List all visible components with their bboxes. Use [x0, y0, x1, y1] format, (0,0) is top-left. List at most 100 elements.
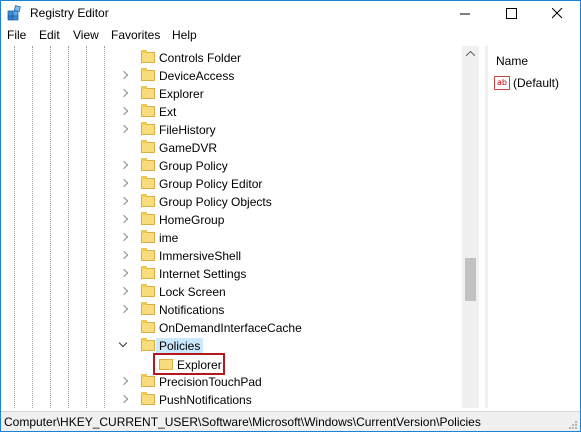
tree-item-label: GameDVR: [159, 141, 218, 155]
folder-icon: [141, 158, 155, 171]
tree-item-immersiveshell[interactable]: ImmersiveShell: [1, 247, 462, 265]
chevron-right-icon[interactable]: [119, 70, 129, 80]
tree-item-label: HomeGroup: [159, 213, 225, 227]
tree-item-label: Lock Screen: [159, 285, 226, 299]
chevron-right-icon[interactable]: [119, 214, 129, 224]
scroll-up-arrow-icon[interactable]: [466, 51, 475, 57]
folder-icon: [141, 230, 155, 243]
minimize-button[interactable]: [442, 1, 488, 25]
close-button[interactable]: [534, 1, 580, 25]
tree-item-label: FileHistory: [159, 123, 216, 137]
tree-item-ondemandinterfacecache[interactable]: OnDemandInterfaceCache: [1, 319, 462, 337]
folder-icon: [141, 266, 155, 279]
tree-item-group-policy-editor[interactable]: Group Policy Editor: [1, 175, 462, 193]
chevron-right-icon[interactable]: [119, 304, 129, 314]
menu-favorites[interactable]: Favorites: [111, 28, 160, 42]
tree-item-label: Controls Folder: [159, 51, 242, 65]
folder-icon: [159, 359, 173, 370]
tree-item-lock-screen[interactable]: Lock Screen: [1, 283, 462, 301]
maximize-button[interactable]: [488, 1, 534, 25]
name-column-header[interactable]: Name: [496, 54, 528, 68]
tree-item-label: ime: [159, 231, 179, 245]
folder-icon: [141, 176, 155, 189]
menu-file[interactable]: File: [7, 28, 26, 42]
tree-item-label: Group Policy Editor: [159, 177, 263, 191]
string-value-icon: ab: [494, 76, 510, 90]
tree-item-notifications[interactable]: Notifications: [1, 301, 462, 319]
tree-item-ime[interactable]: ime: [1, 229, 462, 247]
tree-item-label: Group Policy: [159, 159, 228, 173]
tree-item-label: PrecisionTouchPad: [159, 375, 262, 389]
folder-icon: [141, 248, 155, 261]
folder-icon: [141, 86, 155, 99]
tree-vertical-scrollbar[interactable]: [462, 46, 479, 408]
explorer-subkey-highlight[interactable]: Explorer: [153, 353, 225, 375]
registry-editor-window: Registry Editor File Edit View Favorites…: [0, 0, 581, 432]
folder-icon: [141, 140, 155, 153]
value-row[interactable]: ab (Default): [494, 74, 559, 92]
resize-grip-icon[interactable]: [568, 420, 578, 430]
menu-help[interactable]: Help: [172, 28, 197, 42]
folder-icon: [141, 392, 155, 405]
tree-item-explorer[interactable]: Explorer: [1, 85, 462, 103]
tree-item-label: Explorer: [159, 87, 204, 101]
tree-item-internet-settings[interactable]: Internet Settings: [1, 265, 462, 283]
tree-item-controls-folder[interactable]: Controls Folder: [1, 49, 462, 67]
chevron-right-icon[interactable]: [119, 268, 129, 278]
folder-icon: [141, 212, 155, 225]
tree-item-ext[interactable]: Ext: [1, 103, 462, 121]
folder-icon: [141, 374, 155, 387]
tree-item-label: DeviceAccess: [159, 69, 235, 83]
tree-item-label: Ext: [159, 105, 177, 119]
menu-bar: File Edit View Favorites Help: [1, 25, 580, 45]
tree-item-label: OnDemandInterfaceCache: [159, 321, 302, 335]
tree-item-policies[interactable]: Policies: [1, 337, 462, 355]
tree-item-label: Explorer: [177, 358, 222, 372]
folder-icon: [141, 194, 155, 207]
tree-item-label: Notifications: [159, 303, 225, 317]
close-icon: [551, 7, 562, 18]
status-bar: Computer\HKEY_CURRENT_USER\Software\Micr…: [1, 411, 580, 431]
tree-item-homegroup[interactable]: HomeGroup: [1, 211, 462, 229]
tree-item-group-policy[interactable]: Group Policy: [1, 157, 462, 175]
folder-icon: [141, 122, 155, 135]
tree-item-deviceaccess[interactable]: DeviceAccess: [1, 67, 462, 85]
tree-item-label: Internet Settings: [159, 267, 247, 281]
menu-view[interactable]: View: [73, 28, 99, 42]
chevron-down-icon[interactable]: [118, 338, 128, 348]
folder-icon: [141, 338, 155, 351]
chevron-right-icon[interactable]: [119, 232, 129, 242]
chevron-right-icon[interactable]: [119, 178, 129, 188]
minimize-icon: [459, 13, 470, 14]
chevron-right-icon[interactable]: [119, 106, 129, 116]
tree-item-label: ImmersiveShell: [159, 249, 242, 263]
folder-icon: [141, 50, 155, 63]
tree-item-label: PushNotifications: [159, 393, 252, 407]
folder-icon: [141, 302, 155, 315]
tree-item-filehistory[interactable]: FileHistory: [1, 121, 462, 139]
registry-key-tree[interactable]: Controls Folder DeviceAccess Explorer Ext Fi…: [1, 46, 485, 408]
chevron-right-icon[interactable]: [119, 124, 129, 134]
menu-edit[interactable]: Edit: [39, 28, 60, 42]
tree-item-gamedvr[interactable]: GameDVR: [1, 139, 462, 157]
values-pane[interactable]: Name ab (Default): [488, 46, 580, 408]
chevron-right-icon[interactable]: [119, 394, 129, 404]
window-title: Registry Editor: [30, 6, 109, 20]
chevron-right-icon[interactable]: [119, 196, 129, 206]
tree-item-pushnotifications[interactable]: PushNotifications: [1, 391, 462, 408]
registry-editor-app-icon: [7, 5, 21, 21]
tree-item-precisiontouchpad[interactable]: PrecisionTouchPad: [1, 373, 462, 391]
title-bar[interactable]: Registry Editor: [1, 1, 580, 25]
folder-icon: [141, 320, 155, 333]
value-name: (Default): [513, 76, 560, 90]
chevron-right-icon[interactable]: [119, 250, 129, 260]
chevron-right-icon[interactable]: [119, 88, 129, 98]
folder-icon: [141, 284, 155, 297]
scrollbar-thumb[interactable]: [465, 258, 476, 301]
chevron-right-icon[interactable]: [119, 160, 129, 170]
status-path: Computer\HKEY_CURRENT_USER\Software\Micr…: [4, 415, 481, 429]
folder-icon: [141, 104, 155, 117]
chevron-right-icon[interactable]: [119, 286, 129, 296]
chevron-right-icon[interactable]: [119, 376, 129, 386]
tree-item-group-policy-objects[interactable]: Group Policy Objects: [1, 193, 462, 211]
